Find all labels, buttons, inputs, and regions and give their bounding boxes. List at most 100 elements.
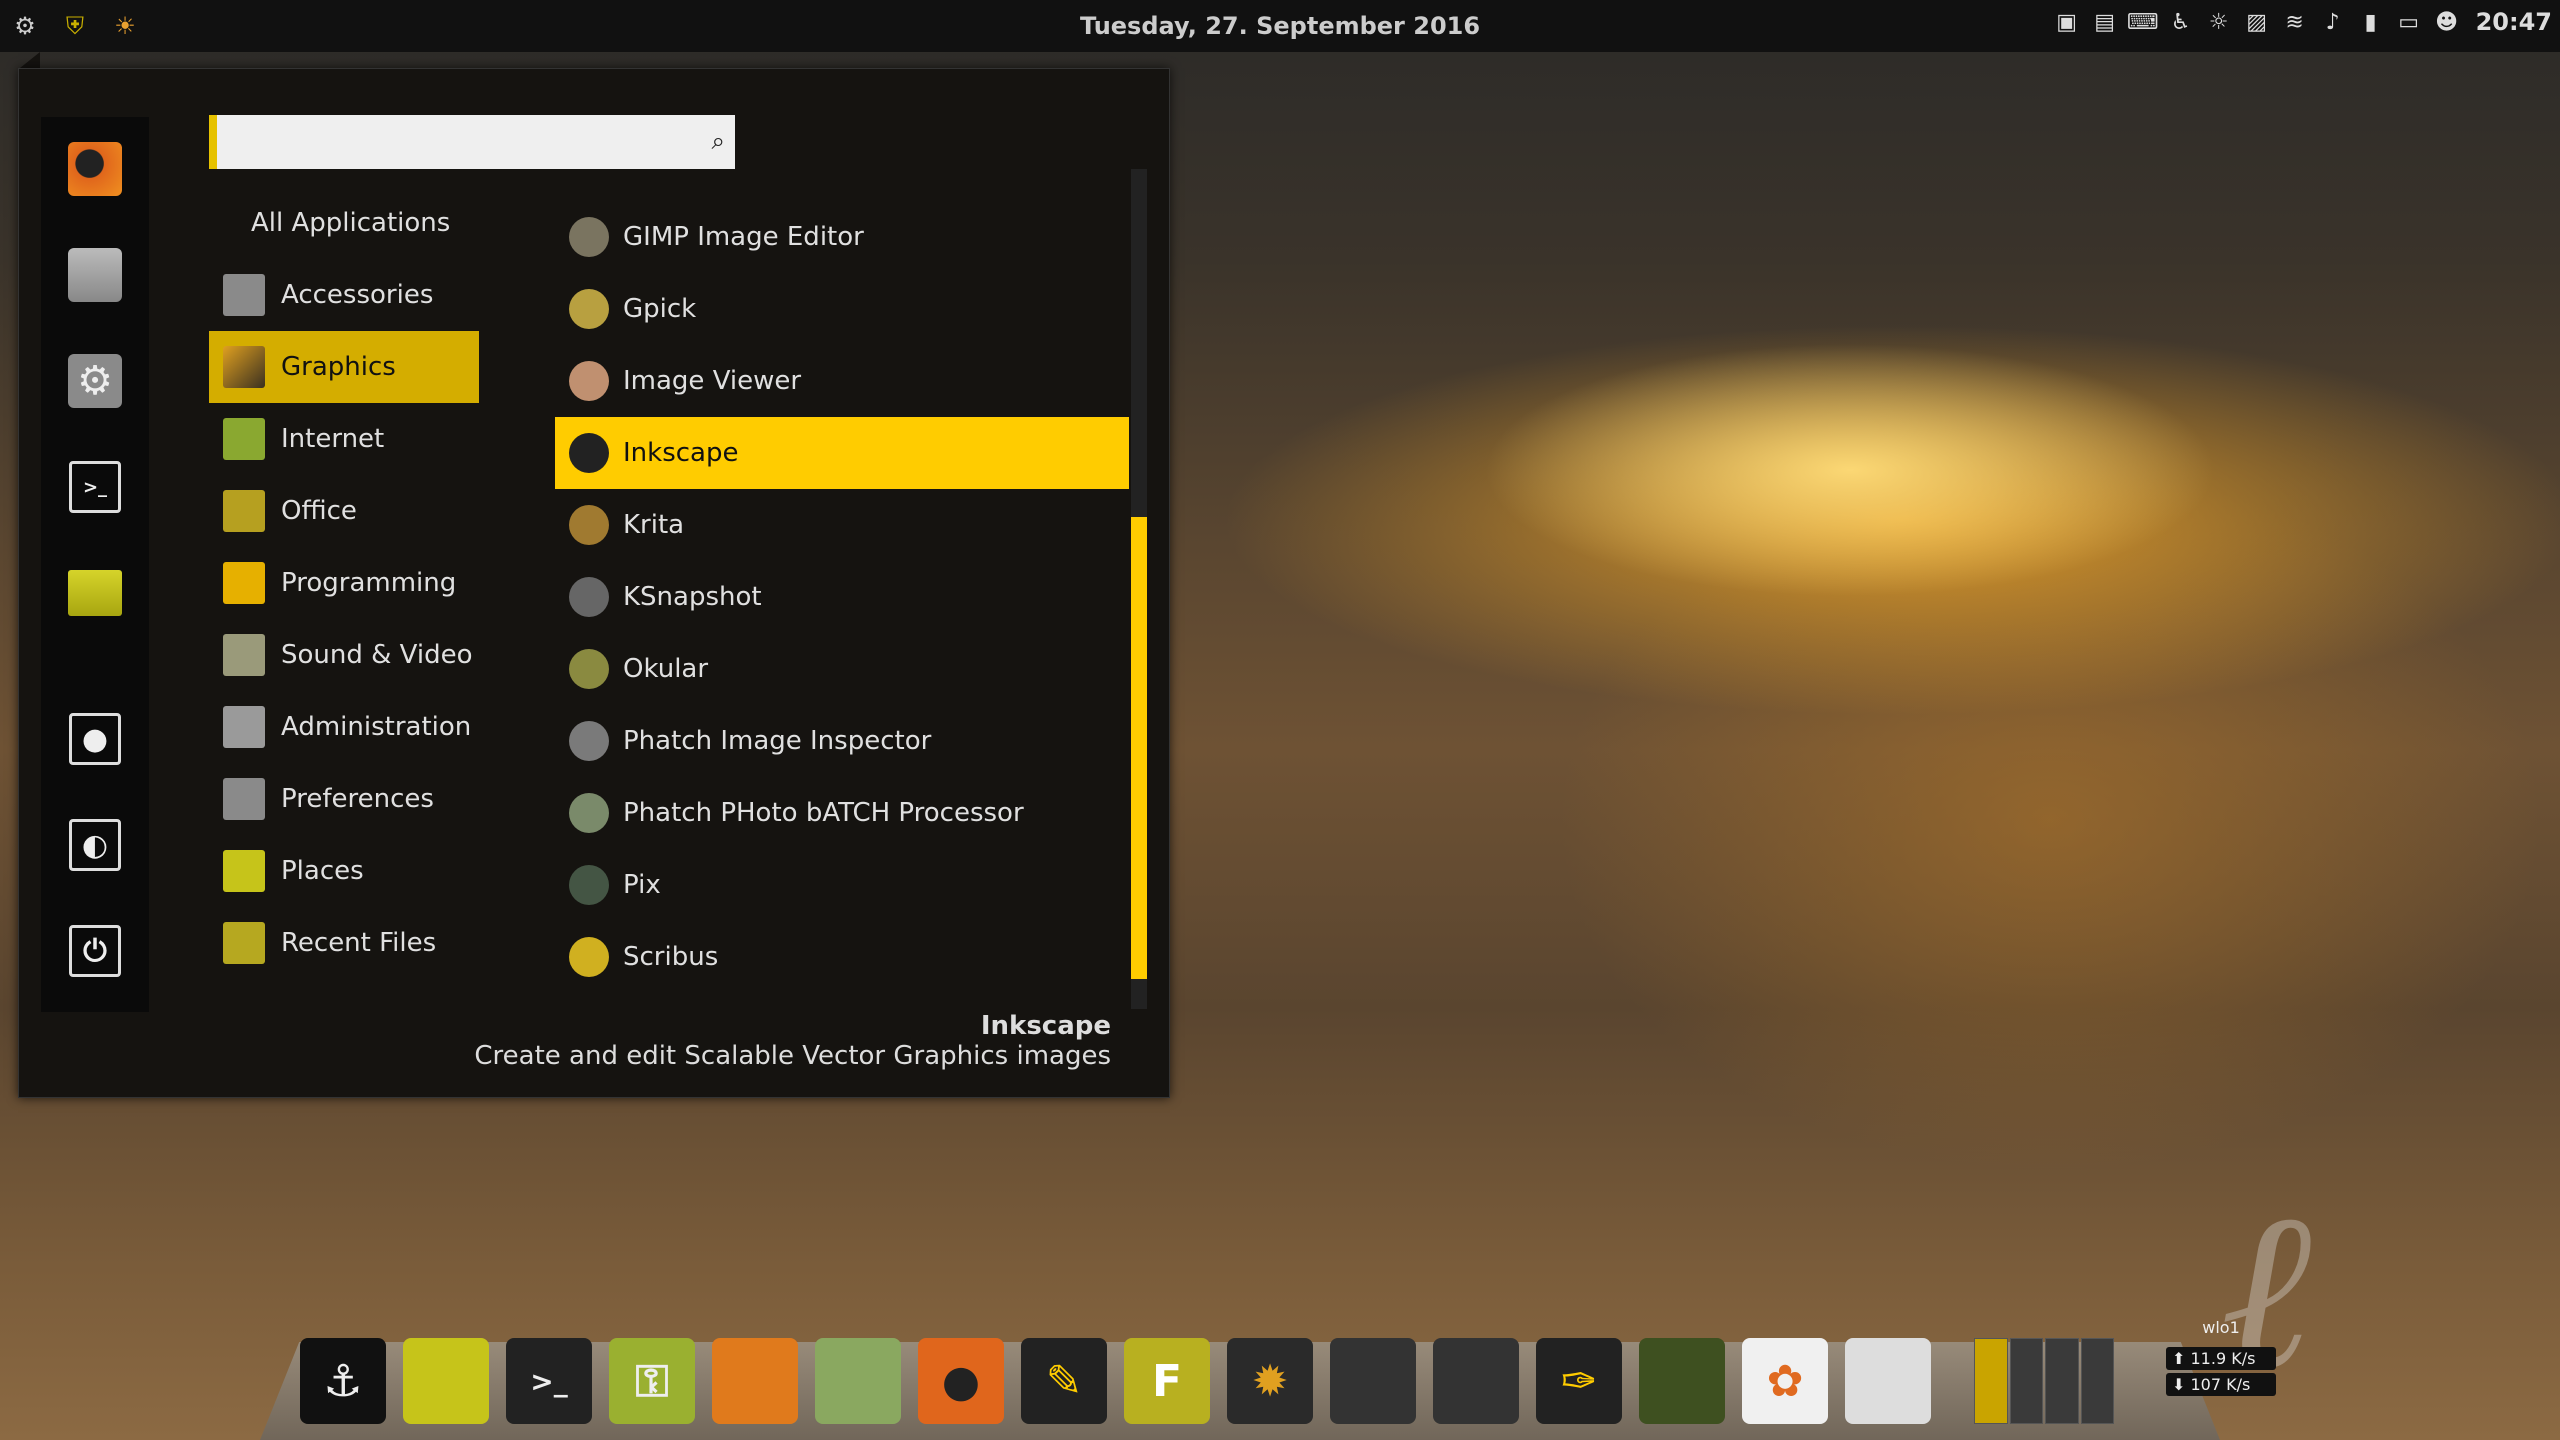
app-krita[interactable]: Krita [555,489,1129,561]
preferences-icon [223,778,265,820]
dock-photos[interactable]: ✿ [1742,1338,1828,1424]
fav-system-settings[interactable]: ⚙ [65,351,125,411]
fav-logout[interactable]: ◐ [65,815,125,875]
inkscape-icon [569,433,609,473]
app-image-viewer[interactable]: Image Viewer [555,345,1129,417]
pen-icon: ✎ [1045,1355,1083,1407]
firefox-icon [68,142,122,196]
workspace-3[interactable] [2045,1338,2079,1424]
upload-rate: 11.9 K/s [2190,1349,2256,1368]
fav-terminal[interactable]: >_ [65,457,125,517]
dock-security[interactable] [1845,1338,1931,1424]
ksnapshot-icon [569,577,609,617]
brightness-icon[interactable]: ☼ [2206,9,2232,35]
top-panel: ⚙ ⛨ ☀ Tuesday, 27. September 2016 ▣ ▤ ⌨ … [0,0,2560,52]
category-label: Administration [281,712,472,742]
fav-firefox[interactable] [65,139,125,199]
dock-anchor[interactable]: ⚓ [300,1338,386,1424]
category-preferences[interactable]: Preferences [209,763,479,835]
top-panel-left: ⚙ ⛨ ☀ [0,11,140,41]
graphics-icon [223,346,265,388]
dock-firefox[interactable] [712,1338,798,1424]
app-label: Image Viewer [623,366,802,396]
fav-software-manager[interactable] [65,245,125,305]
pix-icon [569,865,609,905]
app-inkscape[interactable]: Inkscape [555,417,1129,489]
app-pix[interactable]: Pix [555,849,1129,921]
dock-passwords[interactable]: ⚿ [609,1338,695,1424]
workspace-switcher[interactable] [1974,1338,2114,1424]
dock-writer[interactable]: ✎ [1021,1338,1107,1424]
workspace-2[interactable] [2009,1338,2043,1424]
category-graphics[interactable]: Graphics [209,331,479,403]
weather-icon[interactable]: ☀ [110,11,140,41]
category-administration[interactable]: Administration [209,691,479,763]
fontforge-icon: F [1151,1355,1183,1407]
application-menu: ⚙ >_ ● ◐ ⏻ ⌕ All Applications Accessorie… [18,68,1170,1098]
download-rate: 107 K/s [2190,1375,2251,1394]
dock-gimp[interactable] [1433,1338,1519,1424]
category-accessories[interactable]: Accessories [209,259,479,331]
category-all-applications[interactable]: All Applications [209,187,479,259]
fav-shutdown[interactable]: ⏻ [65,921,125,981]
dock-fontforge[interactable]: F [1124,1338,1210,1424]
search-box[interactable]: ⌕ [209,115,735,169]
app-scribus[interactable]: Scribus [555,921,1129,993]
app-list-scroll-thumb[interactable] [1131,517,1147,979]
category-internet[interactable]: Internet [209,403,479,475]
dock-inkscape[interactable] [1330,1338,1416,1424]
network-monitor[interactable]: wlo1 ⬆ 11.9 K/s ⬇ 107 K/s [2166,1318,2276,1440]
screen-icon[interactable]: ▣ [2054,9,2080,35]
category-label: Graphics [281,352,396,382]
keyboard-icon[interactable]: ⌨ [2127,9,2159,35]
app-phatch-processor[interactable]: Phatch PHoto bATCH Processor [555,777,1129,849]
accessibility-icon[interactable]: ♿ [2168,9,2194,35]
volume-icon[interactable]: ♪ [2320,9,2346,35]
shield-icon[interactable]: ⛨ [60,11,90,41]
fav-lock-screen[interactable]: ● [65,709,125,769]
app-label: Pix [623,870,661,900]
battery-icon[interactable]: ▮ [2358,9,2384,35]
category-programming[interactable]: Programming [209,547,479,619]
sound-video-icon [223,634,265,676]
app-label: Gpick [623,294,697,324]
clock-time[interactable]: 20:47 [2476,8,2552,36]
dock-files[interactable] [403,1338,489,1424]
dock-terminal[interactable]: >_ [506,1338,592,1424]
gear-icon[interactable]: ⚙ [10,11,40,41]
folder-icon [68,570,122,616]
dock-chrome[interactable]: ● [918,1338,1004,1424]
category-recent-files[interactable]: Recent Files [209,907,479,979]
dock-darktable[interactable]: ✹ [1227,1338,1313,1424]
app-gimp[interactable]: GIMP Image Editor [555,201,1129,273]
app-label: Phatch Image Inspector [623,726,932,756]
app-label: GIMP Image Editor [623,222,864,252]
app-okular[interactable]: Okular [555,633,1129,705]
app-ksnapshot[interactable]: KSnapshot [555,561,1129,633]
category-sound-video[interactable]: Sound & Video [209,619,479,691]
aperture-icon: ✹ [1251,1355,1289,1407]
category-label: Sound & Video [281,640,473,670]
workspace-4[interactable] [2080,1338,2114,1424]
gimp-icon [569,217,609,257]
terminal-icon: >_ [69,461,121,513]
keyboard-indicator-icon[interactable]: ▤ [2092,9,2118,35]
app-phatch-inspector[interactable]: Phatch Image Inspector [555,705,1129,777]
display-icon[interactable]: ▭ [2396,9,2422,35]
clipboard-icon[interactable]: ▨ [2244,9,2270,35]
dock-mail[interactable] [815,1338,901,1424]
search-input[interactable] [217,115,697,167]
fav-files[interactable] [65,563,125,623]
search-icon[interactable]: ⌕ [712,127,725,155]
category-label: All Applications [251,208,451,238]
dock-plant[interactable] [1639,1338,1725,1424]
accessories-icon [223,274,265,316]
workspace-1[interactable] [1974,1338,2008,1424]
user-icon[interactable]: ☻ [2434,9,2460,35]
category-office[interactable]: Office [209,475,479,547]
wifi-icon[interactable]: ≋ [2282,9,2308,35]
dock-gpick[interactable]: ✑ [1536,1338,1622,1424]
app-gpick[interactable]: Gpick [555,273,1129,345]
administration-icon [223,706,265,748]
category-places[interactable]: Places [209,835,479,907]
